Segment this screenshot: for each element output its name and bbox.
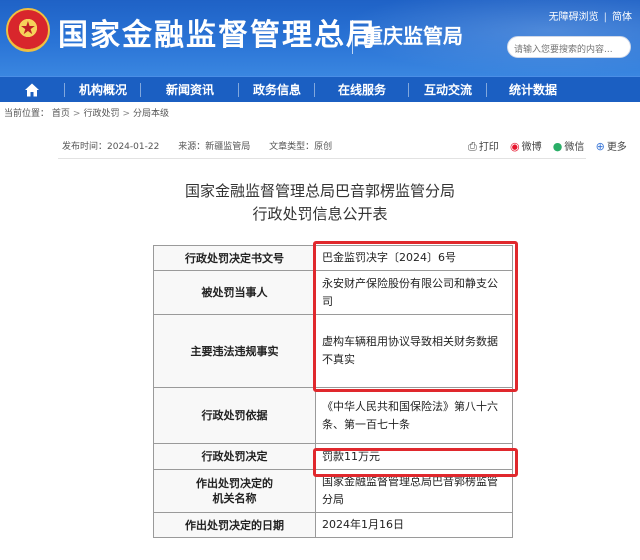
emblem-star-icon: ★ [19, 18, 37, 39]
wechat-share-button[interactable]: ● 微信 [553, 138, 585, 153]
row-label-penalized-party: 被处罚当事人 [153, 270, 316, 315]
home-icon[interactable] [24, 82, 40, 98]
row-value-legal-basis: 《中华人民共和国保险法》第八十六条、第一百七十条 [315, 387, 513, 444]
wechat-icon: ● [552, 140, 563, 153]
nav-item-news[interactable]: 新闻资讯 [142, 77, 238, 103]
breadcrumb-arrow-icon: > [72, 109, 81, 119]
nav-separator [140, 83, 141, 97]
article-meta: 发布时间：2024-01-22 来源：新疆监管局 文章类型：原创 [62, 139, 348, 152]
row-label-issuing-authority-line2: 机关名称 [212, 492, 257, 505]
breadcrumb-prefix: 当前位置： [4, 109, 50, 119]
row-label-issuing-authority: 作出处罚决定的 机关名称 [153, 469, 316, 513]
print-icon: ⎙ [468, 140, 477, 153]
site-title[interactable]: 国家金融监督管理总局 [58, 10, 378, 54]
row-label-decision-number: 行政处罚决定书文号 [153, 245, 316, 271]
bureau-title[interactable]: 重庆监管局 [363, 20, 463, 49]
title-divider [352, 20, 353, 54]
meta-divider [58, 158, 586, 159]
nav-separator [64, 83, 65, 97]
table-row: 行政处罚决定 罚款11万元 [153, 443, 513, 470]
breadcrumb-arrow-icon: > [122, 109, 131, 119]
nav-item-interaction[interactable]: 互动交流 [410, 77, 486, 103]
breadcrumb: 当前位置： 首页 > 行政处罚 > 分局本级 [4, 106, 169, 119]
national-emblem-icon: ★ [6, 8, 50, 52]
nav-item-statistics[interactable]: 统计数据 [488, 77, 578, 103]
table-row: 行政处罚决定书文号 巴金监罚决字〔2024〕6号 [153, 245, 513, 271]
accessibility-link[interactable]: 无障碍浏览 [549, 12, 599, 23]
document-title-line2: 行政处罚信息公开表 [252, 205, 388, 223]
row-value-decision-number: 巴金监罚决字〔2024〕6号 [315, 245, 513, 271]
row-label-violation-facts: 主要违法违规事实 [153, 314, 316, 388]
article-type: 文章类型：原创 [269, 142, 333, 152]
row-label-legal-basis: 行政处罚依据 [153, 387, 316, 444]
table-row: 行政处罚依据 《中华人民共和国保险法》第八十六条、第一百七十条 [153, 387, 513, 444]
row-label-issuing-authority-line1: 作出处罚决定的 [196, 477, 273, 490]
nav-item-government-info[interactable]: 政务信息 [240, 77, 314, 103]
nav-item-institution[interactable]: 机构概况 [66, 77, 140, 103]
row-label-penalty-decision: 行政处罚决定 [153, 443, 316, 470]
print-label: 打印 [478, 142, 499, 153]
more-icon: ⊕ [595, 140, 605, 153]
search-input[interactable] [514, 40, 632, 60]
nav-item-online-services[interactable]: 在线服务 [316, 77, 408, 103]
article-source: 来源：新疆监管局 [178, 142, 251, 152]
document-title-line1: 国家金融监督管理总局巴音郭楞监管分局 [184, 182, 455, 200]
table-row: 被处罚当事人 永安财产保险股份有限公司和静支公司 [153, 270, 513, 315]
row-value-violation-facts: 虚构车辆租用协议导致相关财务数据不真实 [315, 314, 513, 388]
print-button[interactable]: ⎙ 打印 [468, 138, 499, 154]
penalty-info-table: 行政处罚决定书文号 巴金监罚决字〔2024〕6号 被处罚当事人 永安财产保险股份… [153, 245, 513, 538]
breadcrumb-penalty-link[interactable]: 行政处罚 [83, 109, 119, 119]
share-bar: ⎙ 打印 ◉ 微博 ● 微信 ⊕ 更多 [468, 138, 635, 154]
row-value-decision-date: 2024年1月16日 [315, 512, 513, 538]
breadcrumb-home-link[interactable]: 首页 [52, 109, 70, 119]
table-row: 作出处罚决定的 机关名称 国家金融监督管理总局巴音郭楞监管分局 [153, 469, 513, 513]
row-label-decision-date: 作出处罚决定的日期 [153, 512, 316, 538]
site-header: ★ 国家金融监督管理总局 重庆监管局 无障碍浏览 | 简体 [0, 0, 640, 76]
row-value-penalty-decision: 罚款11万元 [315, 443, 513, 470]
row-value-penalized-party: 永安财产保险股份有限公司和静支公司 [315, 270, 513, 315]
nav-separator [408, 83, 409, 97]
weibo-share-button[interactable]: ◉ 微博 [510, 138, 542, 153]
nav-separator [314, 83, 315, 97]
more-share-button[interactable]: ⊕ 更多 [596, 138, 627, 153]
nav-separator [238, 83, 239, 97]
search-box[interactable] [507, 36, 632, 60]
weibo-label: 微博 [521, 142, 542, 153]
main-nav: 机构概况 新闻资讯 政务信息 在线服务 互动交流 统计数据 [0, 76, 640, 102]
top-links-separator: | [603, 12, 607, 23]
top-links: 无障碍浏览 | 简体 [549, 8, 632, 23]
simplified-chinese-link[interactable]: 简体 [612, 12, 632, 23]
row-value-issuing-authority: 国家金融监督管理总局巴音郭楞监管分局 [315, 469, 513, 513]
table-row: 主要违法违规事实 虚构车辆租用协议导致相关财务数据不真实 [153, 314, 513, 388]
breadcrumb-branch-link[interactable]: 分局本级 [133, 109, 169, 119]
more-label: 更多 [606, 142, 627, 153]
table-row: 作出处罚决定的日期 2024年1月16日 [153, 512, 513, 538]
nav-separator [486, 83, 487, 97]
publish-time: 发布时间：2024-01-22 [62, 142, 160, 152]
weibo-icon: ◉ [510, 140, 520, 153]
wechat-label: 微信 [564, 142, 585, 153]
